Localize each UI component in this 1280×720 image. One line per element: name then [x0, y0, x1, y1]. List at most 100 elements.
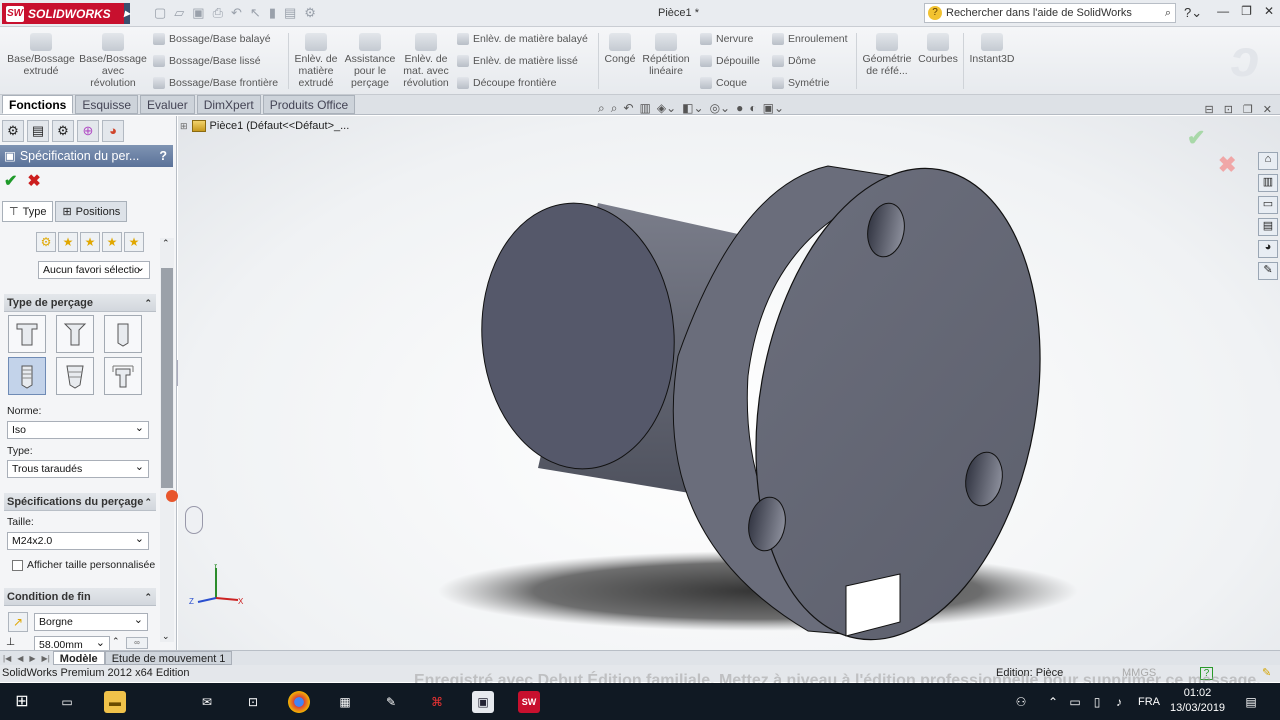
collapse-icon[interactable]: ⌃ [144, 588, 152, 606]
simple-hole-button[interactable] [104, 315, 142, 353]
status-rebuild-icon[interactable]: ✎ [1262, 665, 1271, 682]
tab-model[interactable]: Modèle [52, 651, 105, 665]
pipe-tap-hole-button[interactable] [56, 357, 94, 395]
add-favorite-icon[interactable]: ★ [58, 232, 78, 252]
rib-button[interactable]: Nervure [700, 33, 753, 45]
instant3d-button[interactable]: Instant3D [966, 27, 1018, 65]
tab-fonctions[interactable]: Fonctions [2, 95, 74, 114]
design-library-icon[interactable]: ▥ [1258, 174, 1278, 192]
windows-start-icon[interactable]: ⊞ [11, 691, 33, 713]
apply-defaults-icon[interactable]: ⚙ [36, 232, 56, 252]
custom-size-checkbox[interactable]: Afficher taille personnalisée [12, 559, 155, 571]
paint-icon[interactable]: ✎ [380, 691, 402, 713]
search-icon[interactable]: ⌕ [1165, 7, 1171, 20]
tab-type[interactable]: ⊤ Type [2, 201, 54, 222]
tab-esquisse[interactable]: Esquisse [75, 95, 139, 114]
extruded-cut-button[interactable]: Enlèv. de matière extrudé [291, 27, 341, 89]
depth-spinner[interactable]: ⌃ [112, 636, 120, 647]
size-select[interactable]: M24x2.0 [7, 531, 149, 550]
edit-appearance-icon[interactable]: ● [736, 101, 743, 116]
viewport-tile-icon[interactable]: ⊡ [1224, 103, 1233, 116]
draft-button[interactable]: Dépouille [700, 55, 760, 67]
view-settings-icon[interactable]: ▣⌄ [763, 101, 784, 116]
boundary-cut-button[interactable]: Découpe frontière [457, 77, 556, 89]
rebuild-icon[interactable]: ▮ [269, 5, 276, 21]
minimize-icon[interactable]: — [1217, 4, 1229, 18]
first-tab-icon[interactable]: |◀ [3, 654, 11, 663]
new-document-icon[interactable]: ▢ [154, 5, 166, 21]
undo-icon[interactable]: ↶ [231, 5, 242, 21]
base-extrude-button[interactable]: Base/Bossage extrudé [4, 27, 78, 77]
last-tab-icon[interactable]: ▶| [42, 654, 50, 663]
part-model[interactable] [178, 116, 1280, 650]
prev-tab-icon[interactable]: ◀ [17, 654, 23, 663]
tab-positions[interactable]: ⊞ Positions [55, 201, 128, 222]
revolved-cut-button[interactable]: Enlèv. de mat. avec révolution [399, 27, 453, 89]
countersink-hole-button[interactable] [56, 315, 94, 353]
reverse-direction-icon[interactable]: ↗ [8, 612, 28, 632]
file-properties-icon[interactable]: ▤ [284, 5, 296, 21]
viewport-close-icon[interactable]: ✕ [1263, 103, 1272, 116]
save-icon[interactable]: ▣ [192, 5, 204, 21]
swept-boss-button[interactable]: Bossage/Base balayé [153, 33, 271, 45]
task-view-icon[interactable]: ▭ [56, 691, 78, 713]
mirror-button[interactable]: Symétrie [772, 77, 829, 89]
hole-spec-section-header[interactable]: Spécifications du perçage ⌃ [4, 493, 156, 511]
base-revolve-button[interactable]: Base/Bossage avec révolution [78, 27, 148, 89]
store-icon[interactable]: ⊡ [242, 691, 264, 713]
checkbox-box[interactable] [12, 559, 23, 571]
chrome-icon[interactable] [288, 691, 310, 713]
swept-cut-button[interactable]: Enlèv. de matière balayé [457, 33, 588, 45]
loft-boss-button[interactable]: Bossage/Base lissé [153, 55, 261, 67]
feature-tree-icon[interactable]: ⚙ [2, 120, 24, 142]
help-search-box[interactable]: ? Rechercher dans l'aide de SolidWorks ⌕ [924, 3, 1176, 23]
end-condition-select[interactable]: Borgne [34, 612, 148, 631]
next-tab-icon[interactable]: ▶ [29, 654, 35, 663]
apply-scene-icon[interactable]: ◐ [749, 101, 756, 116]
standard-select[interactable]: Iso [7, 420, 149, 439]
calculator-icon[interactable]: ▦ [334, 691, 356, 713]
solidworks-taskbar-icon[interactable]: SW [518, 691, 540, 713]
hole-type-section-header[interactable]: Type de perçage ⌃ [4, 294, 156, 312]
linear-pattern-button[interactable]: Répétition linéaire [640, 27, 692, 77]
language-indicator[interactable]: FRA [1134, 691, 1164, 713]
network-icon[interactable]: ▭ [1064, 691, 1086, 713]
cancel-button[interactable]: ✖ [27, 171, 40, 191]
configuration-manager-icon[interactable]: ⚙ [52, 120, 74, 142]
battery-icon[interactable]: ▯ [1086, 691, 1108, 713]
people-icon[interactable]: ⚇ [1010, 691, 1032, 713]
loft-cut-button[interactable]: Enlèv. de matière lissé [457, 55, 578, 67]
tapped-hole-button[interactable] [8, 357, 46, 395]
volume-icon[interactable]: ♪ [1108, 691, 1130, 713]
print-icon[interactable]: ⎙ [213, 5, 223, 21]
confirm-corner-cancel-icon[interactable]: ✖ [1218, 152, 1236, 178]
end-condition-section-header[interactable]: Condition de fin ⌃ [4, 588, 156, 606]
help-search-input[interactable]: Rechercher dans l'aide de SolidWorks [946, 7, 1161, 19]
dome-button[interactable]: Dôme [772, 55, 816, 67]
curves-button[interactable]: Courbes [916, 27, 960, 65]
update-favorite-icon[interactable]: ★ [80, 232, 100, 252]
display-manager-icon[interactable]: ◕ [102, 120, 124, 142]
restore-icon[interactable]: ❐ [1241, 4, 1252, 18]
options-icon[interactable]: ⚙ [304, 5, 316, 21]
type-select[interactable]: Trous taraudés [7, 459, 149, 478]
scroll-up-icon[interactable]: ⌃ [162, 238, 170, 249]
expand-icon[interactable]: ⊞ [180, 121, 188, 132]
mail-icon[interactable]: ✉ [196, 691, 218, 713]
feature-tree-flyout[interactable]: ⊞ Pièce1 (Défaut<<Défaut>_... [180, 120, 349, 132]
custom-properties-icon[interactable]: ✎ [1258, 262, 1278, 280]
hole-wizard-button[interactable]: Assistance pour le perçage [343, 27, 397, 89]
wrap-button[interactable]: Enroulement [772, 33, 848, 45]
close-icon[interactable]: ✕ [1264, 4, 1274, 18]
collapse-icon[interactable]: ⌃ [144, 294, 152, 312]
tab-motion-study[interactable]: Etude de mouvement 1 [104, 651, 233, 665]
open-icon[interactable]: ▱ [174, 5, 184, 21]
solidworks-menu-button[interactable]: SW SOLIDWORKS ▶ [2, 3, 130, 24]
counterbore-hole-button[interactable] [8, 315, 46, 353]
viewport-split-icon[interactable]: ⊟ [1204, 103, 1213, 116]
tab-produits-office[interactable]: Produits Office [262, 95, 356, 114]
file-explorer-icon[interactable]: ▭ [1258, 196, 1278, 214]
select-icon[interactable]: ↖ [250, 5, 261, 21]
solidworks-resources-icon[interactable]: ⌂ [1258, 152, 1278, 170]
link-icon[interactable]: ∞ [126, 637, 148, 649]
